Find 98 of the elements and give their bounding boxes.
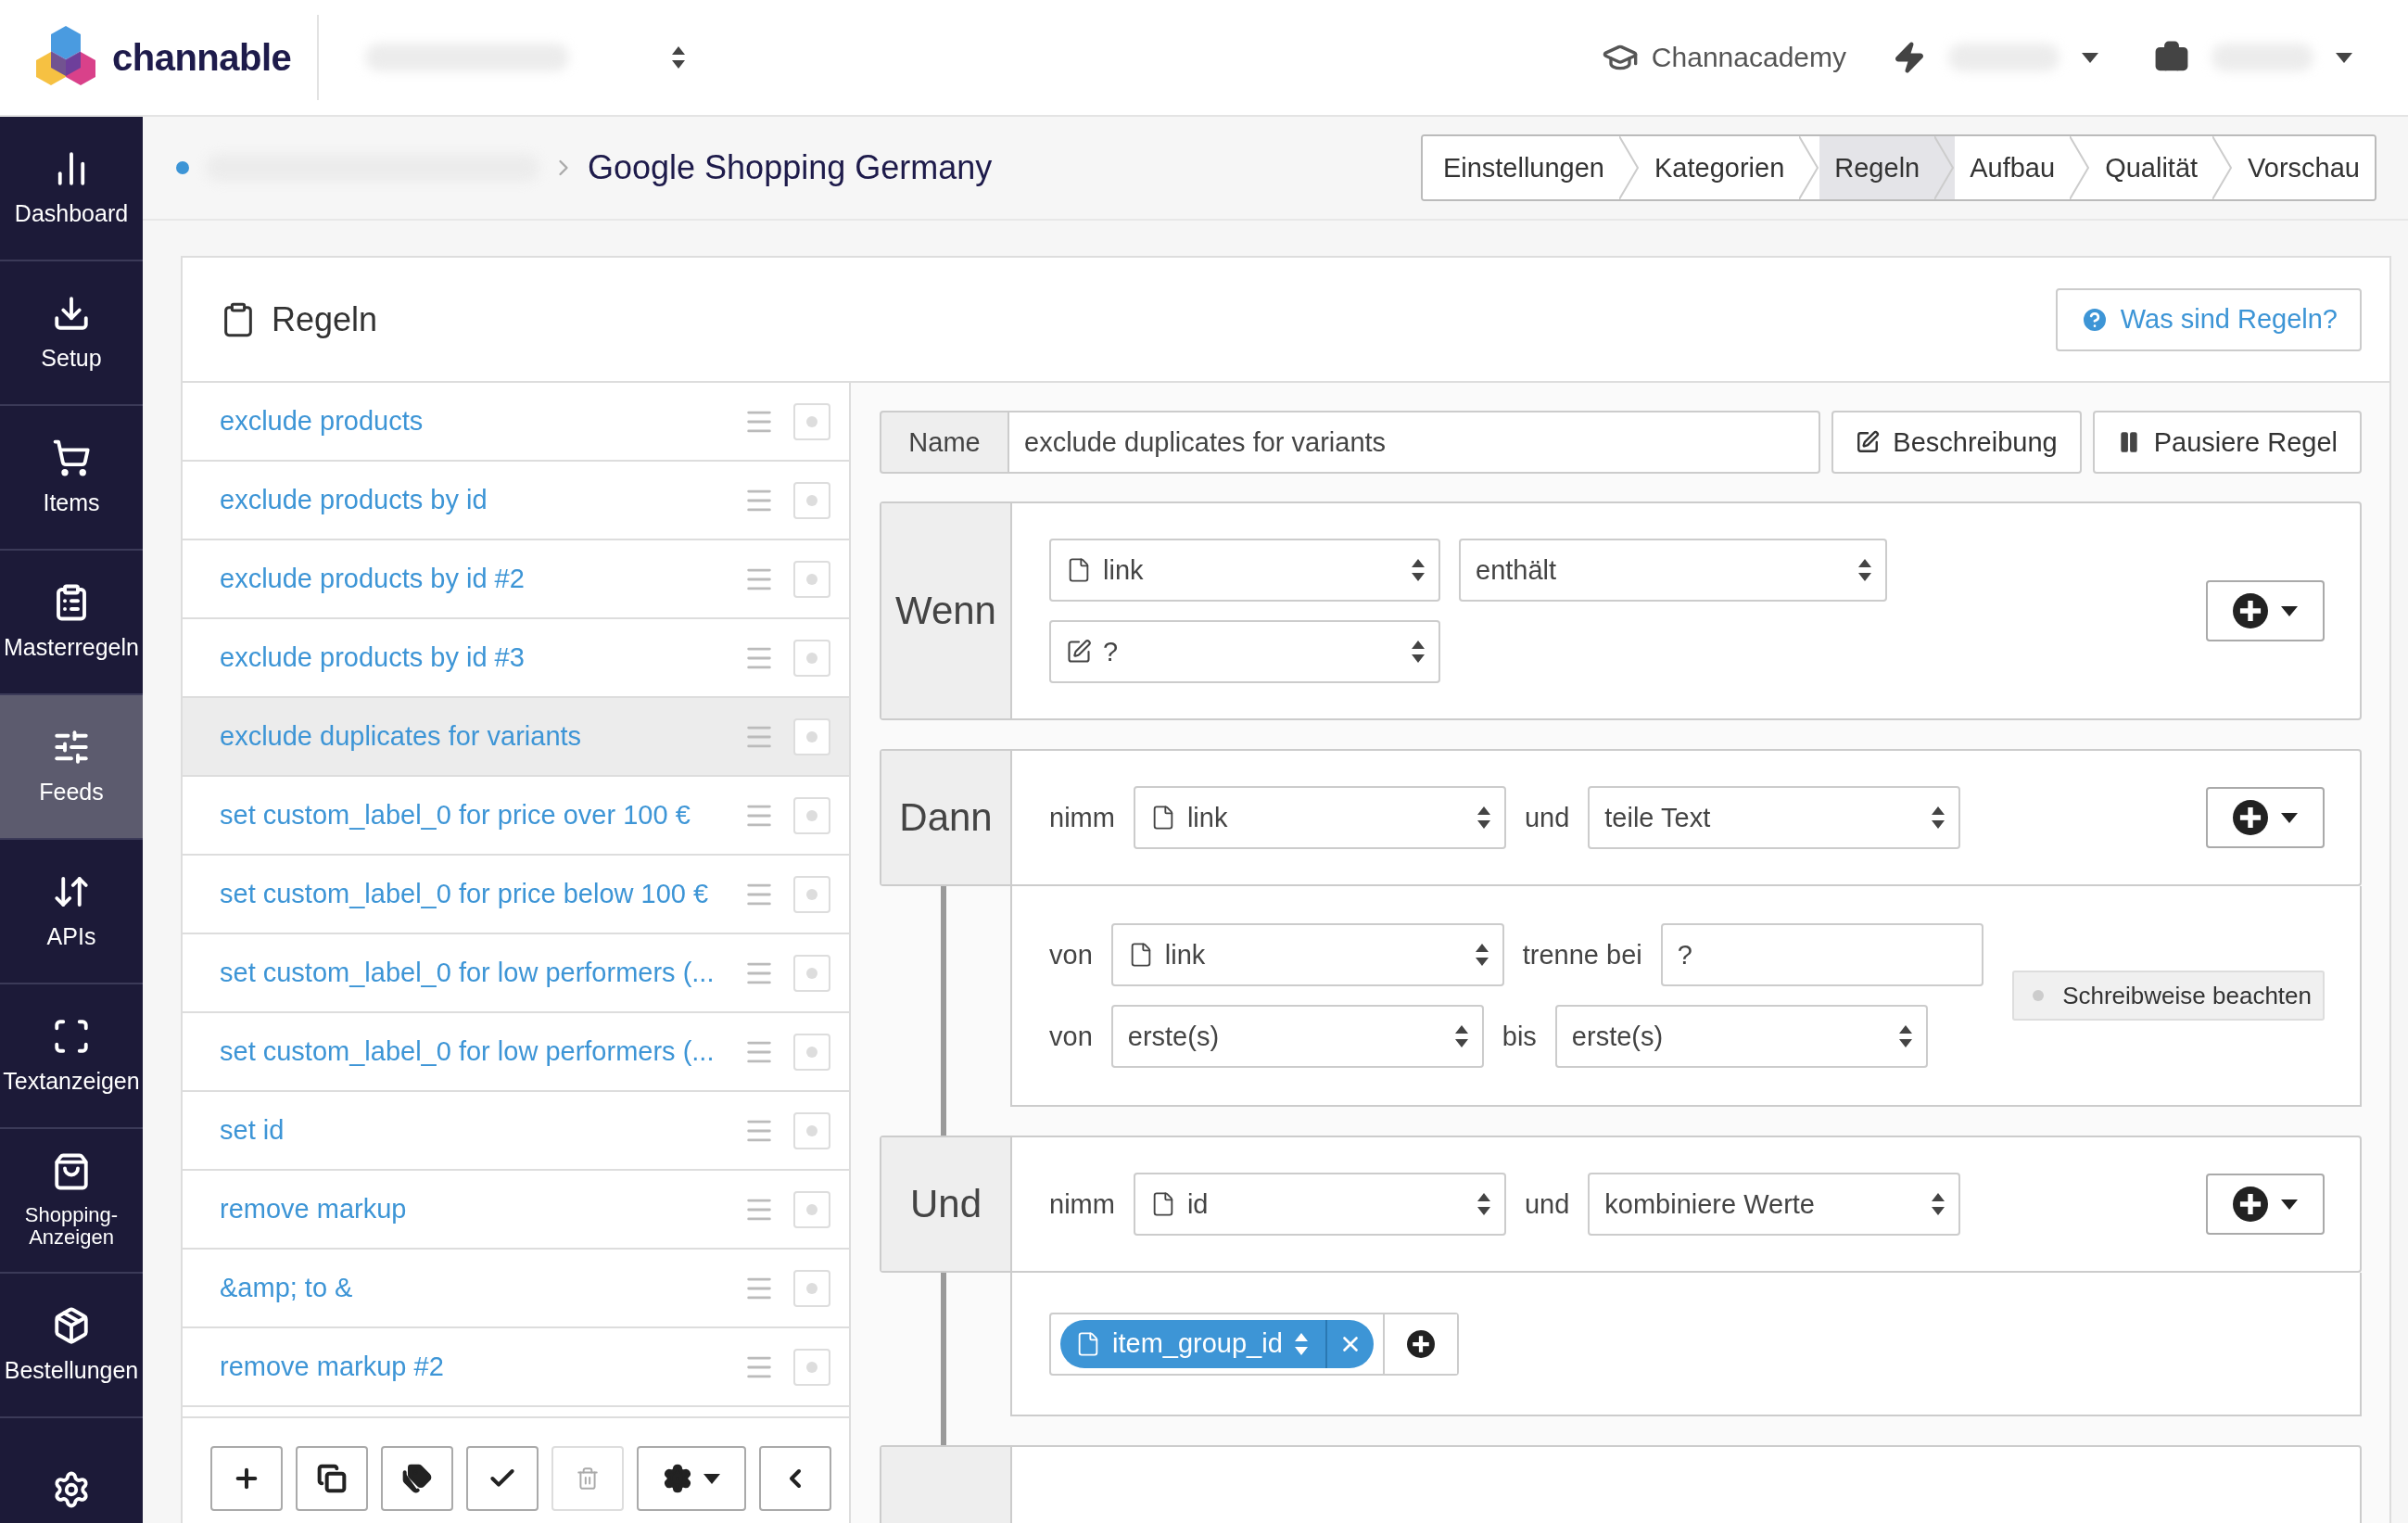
sidebar-item[interactable]: Items [0, 406, 143, 551]
add-icon [2233, 1187, 2268, 1222]
caret-icon [2281, 812, 2298, 823]
select-field[interactable]: teile Text [1588, 786, 1961, 849]
add-icon [2233, 800, 2268, 835]
toolbar-button[interactable] [210, 1446, 283, 1511]
rule-checkbox[interactable] [793, 1111, 830, 1149]
field-label: und [1524, 802, 1570, 833]
rule-checkbox[interactable] [793, 717, 830, 755]
sidebar-item[interactable]: Bestellungen [0, 1274, 143, 1418]
rule-checkbox[interactable] [793, 1190, 830, 1228]
sidebar-item[interactable]: Textanzeigen [0, 984, 143, 1129]
sidebar-icon [52, 438, 91, 478]
description-button[interactable]: Beschreibung [1831, 411, 2082, 474]
rule-checkbox[interactable] [793, 954, 830, 992]
sidebar-item[interactable]: Shopping-Anzeigen [0, 1129, 143, 1274]
block-heading: Dann [881, 751, 1012, 884]
rule-checkbox[interactable] [793, 481, 830, 519]
select-field[interactable]: link [1110, 923, 1504, 986]
add-icon [2233, 593, 2268, 628]
tags-icon [402, 1464, 432, 1493]
select-field[interactable]: erste(s) [1554, 1005, 1928, 1068]
sort-icon [1476, 806, 1491, 830]
field-label: nimm [1049, 1188, 1115, 1220]
select-field[interactable]: id [1133, 1173, 1506, 1236]
add-dropdown-button[interactable] [2206, 787, 2325, 848]
field-label: nimm [1049, 802, 1115, 833]
add-dropdown-button[interactable] [2206, 1174, 2325, 1235]
sidebar-icon [52, 1151, 91, 1191]
panel-title: Regeln [272, 299, 378, 339]
sidebar-item[interactable]: APIs [0, 840, 143, 984]
sort-icon [1474, 943, 1489, 967]
account-menu[interactable] [1893, 41, 2098, 74]
rule-checkbox[interactable] [793, 402, 830, 440]
feed-title: Google Shopping Germany [588, 148, 993, 187]
select-field[interactable]: kombiniere Werte [1588, 1173, 1961, 1236]
sidebar-icon [52, 1470, 91, 1509]
field-label: trenne bei [1522, 939, 1642, 971]
sort-icon [1411, 640, 1426, 664]
trash-icon [576, 1466, 600, 1491]
caret-icon [2082, 52, 2098, 63]
sort-icon [1453, 1024, 1469, 1048]
sort-icon [1476, 1192, 1491, 1216]
sidebar-item[interactable]: Feeds [0, 695, 143, 840]
split-field[interactable]: ? [1660, 923, 1983, 986]
select-field[interactable]: erste(s) [1110, 1005, 1484, 1068]
select-field[interactable]: link [1049, 539, 1440, 602]
rule-checkbox[interactable] [793, 875, 830, 913]
sort-icon [1931, 806, 1946, 830]
select-field[interactable]: link [1133, 786, 1506, 849]
settings-icon [663, 1464, 692, 1493]
name-label: Name [880, 411, 1009, 474]
add-dropdown-button[interactable] [2206, 580, 2325, 641]
name-field[interactable]: exclude duplicates for variants [1009, 411, 1821, 474]
select-field[interactable]: enthält [1459, 539, 1887, 602]
sort-icon [1931, 1192, 1946, 1216]
brand-name: channable [112, 36, 292, 79]
academy-link[interactable]: Channacademy [1601, 39, 1846, 76]
step-tab[interactable]: Regeln [1819, 136, 1935, 199]
rule-checkbox[interactable] [793, 1033, 830, 1071]
step-separator-icon [1934, 136, 1956, 199]
toolbar-button[interactable] [296, 1446, 368, 1511]
add-icon [1406, 1329, 1435, 1358]
case-toggle[interactable]: Schreibweise beachten [2012, 971, 2325, 1021]
block-heading: Wenn [881, 503, 1012, 718]
sidebar-item[interactable]: Setup [0, 261, 143, 406]
rule-checkbox[interactable] [793, 1269, 830, 1307]
sort-icon [671, 45, 687, 70]
block-heading: Und [881, 1137, 1012, 1271]
caret-icon [2336, 52, 2352, 63]
field-label: und [1524, 1188, 1570, 1220]
sort-icon [1857, 558, 1872, 582]
copy-icon [317, 1464, 347, 1493]
sidebar-item[interactable]: Dashboard [0, 117, 143, 261]
edit-icon [1856, 430, 1881, 454]
lightning-icon [1893, 41, 1926, 74]
sort-icon [1293, 1331, 1309, 1356]
toolbar-button[interactable] [637, 1446, 746, 1511]
caret-icon [2281, 1199, 2298, 1210]
rule-checkbox[interactable] [793, 639, 830, 677]
caret-icon [703, 1473, 720, 1484]
rule-checkbox[interactable] [793, 560, 830, 598]
field-label: von [1049, 939, 1093, 971]
sidebar-icon [52, 1306, 91, 1346]
add-value-button[interactable] [1382, 1314, 1457, 1374]
edit-icon [1066, 639, 1092, 665]
select-field[interactable]: ? [1049, 620, 1440, 683]
rule-checkbox[interactable] [793, 796, 830, 834]
rule-checkbox[interactable] [793, 1348, 830, 1386]
sort-icon [1411, 558, 1426, 582]
field-label: bis [1502, 1021, 1537, 1052]
status-dot [176, 161, 189, 174]
pause-button[interactable]: Pausiere Regel [2092, 411, 2362, 474]
sort-icon [1897, 1024, 1913, 1048]
caret-icon [2281, 605, 2298, 616]
toolbar-button[interactable] [466, 1446, 539, 1511]
field-label: von [1049, 1021, 1093, 1052]
toolbar-button[interactable] [381, 1446, 453, 1511]
